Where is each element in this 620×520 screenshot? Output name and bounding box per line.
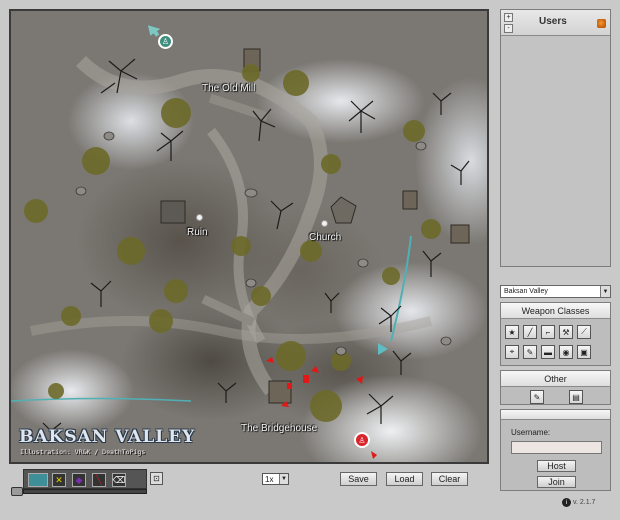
rifle-icon[interactable]: ⚒ xyxy=(559,325,573,339)
map-terrain xyxy=(11,25,470,459)
unit-marker-red-icon[interactable]: ♙ xyxy=(354,432,370,448)
mine-icon[interactable]: ◉ xyxy=(559,345,573,359)
map-title-logo: BAKSAN VALLEY xyxy=(19,427,196,447)
chevron-down-icon: ▼ xyxy=(600,286,610,297)
other-title: Other xyxy=(501,371,610,387)
version-text: v. 2.1.7 xyxy=(573,499,596,506)
users-list[interactable] xyxy=(501,37,610,266)
login-panel: Username: Host Join xyxy=(500,409,611,491)
collapse-button[interactable]: - xyxy=(504,24,513,33)
users-panel: + - Users xyxy=(500,9,611,267)
expand-button[interactable]: + xyxy=(504,13,513,22)
join-button[interactable]: Join xyxy=(537,476,576,488)
login-header xyxy=(501,410,610,420)
pen-icon[interactable]: ✎ xyxy=(530,390,544,404)
other-panel: Other ✎ ▤ xyxy=(500,370,611,405)
users-status-icon xyxy=(597,19,606,28)
username-label: Username: xyxy=(511,428,551,437)
binoculars-icon[interactable]: ▣ xyxy=(577,345,591,359)
load-button[interactable]: Load xyxy=(386,472,423,486)
color-swatch-icon[interactable] xyxy=(28,473,48,487)
save-button[interactable]: Save xyxy=(340,472,377,486)
label-church: Church xyxy=(309,232,342,243)
weapon-grid: ★ ╱ ⌐ ⚒ ⟋ ⌖ ✎ ▬ ◉ ▣ xyxy=(505,325,609,359)
weapon-classes-panel: Weapon Classes ★ ╱ ⌐ ⚒ ⟋ ⌖ ✎ ▬ ◉ ▣ xyxy=(500,302,611,366)
label-old-mill: The Old Mill xyxy=(202,83,256,94)
slider-handle[interactable] xyxy=(11,487,23,496)
grenade-icon[interactable]: ✎ xyxy=(523,345,537,359)
chevron-down-icon: ▼ xyxy=(279,474,288,484)
map-select-value: Baksan Valley xyxy=(504,288,548,295)
pistol-icon[interactable]: ⌐ xyxy=(541,325,555,339)
lock-icon[interactable]: ⊡ xyxy=(150,472,163,485)
users-header: + - Users xyxy=(501,10,610,36)
shape-icon[interactable]: ◆ xyxy=(72,473,86,487)
bottom-toolbar: ✕ ◆ ╲ ⌫ ⊡ 1x ▼ Save Load Clear xyxy=(9,466,489,496)
map-credits: Illustration: VR&K / DeathToPigs xyxy=(20,448,146,456)
zoom-select[interactable]: 1x ▼ xyxy=(262,473,289,485)
zoom-value: 1x xyxy=(265,474,274,484)
line-icon[interactable]: ╲ xyxy=(92,473,106,487)
tactical-map[interactable]: ♙ ♙ The Old Mill Ruin Church The Bridgeh… xyxy=(9,9,489,464)
sniper-icon[interactable]: ⟋ xyxy=(577,325,591,339)
label-ruin: Ruin xyxy=(187,227,208,238)
eraser-icon[interactable]: ⌫ xyxy=(112,473,126,487)
cross-icon[interactable]: ✕ xyxy=(52,473,66,487)
info-icon: i xyxy=(562,498,571,507)
users-title: Users xyxy=(539,16,567,27)
document-icon[interactable]: ▤ xyxy=(569,390,583,404)
knife-icon[interactable]: ╱ xyxy=(523,325,537,339)
label-bridgehouse: The Bridgehouse xyxy=(241,423,318,434)
drawing-tools: ✕ ◆ ╲ ⌫ xyxy=(23,469,147,489)
unit-marker-icon[interactable]: ♙ xyxy=(158,34,173,49)
map-select[interactable]: Baksan Valley ▼ xyxy=(500,285,611,298)
smg-icon[interactable]: ▬ xyxy=(541,345,555,359)
weapon-classes-title: Weapon Classes xyxy=(501,303,610,319)
location-dot-church xyxy=(321,220,328,227)
version-info: i v. 2.1.7 xyxy=(562,498,595,507)
brush-size-slider[interactable] xyxy=(23,489,147,494)
location-dot-ruin xyxy=(196,214,203,221)
clear-button[interactable]: Clear xyxy=(431,472,468,486)
crosshair-icon[interactable]: ⌖ xyxy=(505,345,519,359)
username-field[interactable] xyxy=(511,441,602,454)
star-icon[interactable]: ★ xyxy=(505,325,519,339)
host-button[interactable]: Host xyxy=(537,460,576,472)
